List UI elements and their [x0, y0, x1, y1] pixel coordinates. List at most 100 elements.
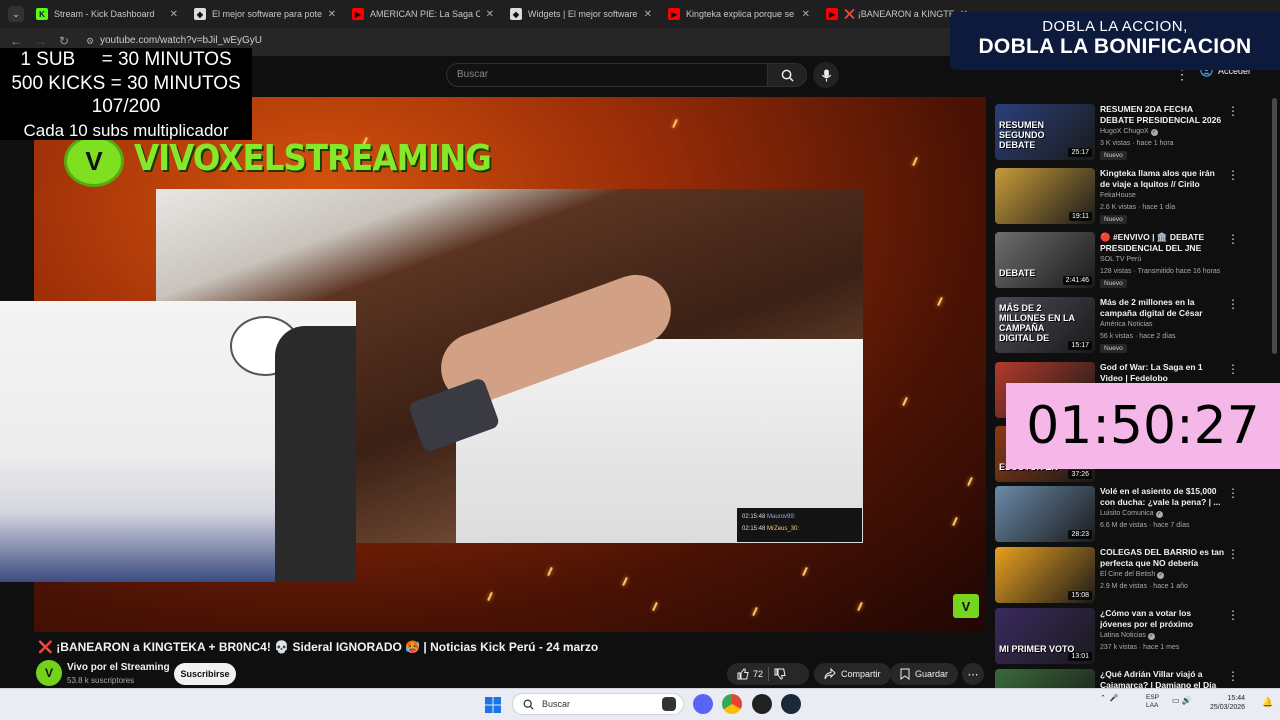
notification-icon[interactable]: 🔔: [1262, 697, 1273, 708]
steam-icon[interactable]: [781, 694, 801, 714]
more-options-icon[interactable]: ⋮: [1227, 669, 1239, 683]
youtube-search-input[interactable]: Buscar: [446, 63, 768, 87]
close-tab-icon[interactable]: ✕: [644, 9, 652, 20]
recommended-video[interactable]: RESUMEN SEGUNDO DEBATE 25:17 RESUMEN 2DA F…: [995, 104, 1260, 164]
streamelements-icon: ◆: [194, 8, 206, 20]
recommended-video[interactable]: ¿Qué Adrián Villar viajó a Cajamarca? | …: [995, 669, 1260, 688]
spark-particle: [652, 601, 658, 612]
share-label: Compartir: [841, 669, 881, 679]
recommended-channel[interactable]: Latina Noticias ✓: [1100, 632, 1155, 640]
close-tab-icon[interactable]: ✕: [328, 9, 336, 20]
chrome-icon[interactable]: [722, 694, 742, 714]
more-actions-icon[interactable]: ⋯: [962, 663, 984, 685]
discord-icon[interactable]: [693, 694, 713, 714]
recommended-title[interactable]: ¿Qué Adrián Villar viajó a Cajamarca? | …: [1100, 669, 1225, 688]
browser-tab[interactable]: ◆ Widgets | El mejor software pa ✕: [502, 3, 660, 25]
recommended-meta: 3 K vistas · hace 1 hora: [1100, 140, 1174, 147]
spark-particle: [802, 566, 808, 577]
recommended-meta: 128 vistas · Transmitido hace 16 horas: [1100, 268, 1221, 275]
windows-start-icon[interactable]: [484, 696, 502, 714]
subathon-timer-overlay: 01:50:27: [1006, 383, 1280, 469]
video-duration: 19:11: [1069, 212, 1092, 221]
video-thumbnail[interactable]: 28:23: [995, 486, 1095, 542]
back-icon[interactable]: ←: [10, 34, 22, 48]
forward-icon[interactable]: →: [35, 34, 47, 48]
thumbnail-text: MI PRIMER VOTO: [999, 644, 1075, 654]
chat-line: 02:15:48 MrZeus_30:: [742, 526, 800, 532]
recommended-video[interactable]: DEBATE 2:41:46 🔴 #ENVIVO | 🏛️ DEBATE PRESI…: [995, 232, 1260, 292]
video-thumbnail[interactable]: MÁS DE 2 MILLONES EN LA CAMPAÑA DIGITAL …: [995, 297, 1095, 353]
more-options-icon[interactable]: ⋮: [1227, 232, 1239, 246]
recommended-title[interactable]: God of War: La Saga en 1 Video | Fedelob…: [1100, 362, 1225, 384]
recommended-video[interactable]: 28:23 Volé en el asiento de $15,000 con d…: [995, 486, 1260, 546]
recommended-video[interactable]: 15:08 COLEGAS DEL BARRIO es tan perfecta …: [995, 547, 1260, 607]
voice-search-button[interactable]: [813, 62, 839, 88]
recommended-title[interactable]: Más de 2 millones en la campaña digital …: [1100, 297, 1225, 319]
recommended-title[interactable]: 🔴 #ENVIVO | 🏛️ DEBATE PRESIDENCIAL DEL J…: [1100, 232, 1225, 254]
url-text[interactable]: youtube.com/watch?v=bJil_wEyGyU: [100, 35, 262, 46]
youtube-icon: ▶: [668, 8, 680, 20]
channel-watermark-icon[interactable]: V: [953, 594, 979, 618]
video-thumbnail[interactable]: 19:11: [995, 168, 1095, 224]
recommended-channel[interactable]: SOL TV Perú: [1100, 256, 1141, 263]
browser-tab[interactable]: ◆ El mejor software para potencia ✕: [186, 3, 344, 25]
tab-list-button[interactable]: ⌄: [8, 6, 24, 22]
save-button[interactable]: Guardar: [890, 663, 959, 685]
more-options-icon[interactable]: ⋮: [1227, 608, 1239, 622]
recommended-channel[interactable]: FekaHouse: [1100, 192, 1136, 199]
subscribe-button[interactable]: Suscribirse: [174, 663, 236, 685]
recommended-video[interactable]: 19:11 Kingteka llama alos que irán de via…: [995, 168, 1260, 228]
tray-icons[interactable]: ⌃ 🎤: [1100, 694, 1122, 702]
browser-tab[interactable]: ▶ AMERICAN PIE: La Saga Compl ✕: [344, 3, 502, 25]
recommended-video[interactable]: MI PRIMER VOTO 13:01 ¿Cómo van a votar los…: [995, 608, 1260, 668]
spark-particle: [967, 476, 973, 487]
recommended-channel[interactable]: América Noticias: [1100, 321, 1153, 328]
browser-tab[interactable]: ▶ Kingteka explica porque se pel ✕: [660, 3, 818, 25]
new-badge: Nuevo: [1100, 279, 1127, 288]
taskbar-clock[interactable]: 15:44 25/03/2026: [1210, 694, 1245, 712]
video-thumbnail[interactable]: RESUMEN SEGUNDO DEBATE 25:17: [995, 104, 1095, 160]
channel-avatar[interactable]: V: [36, 660, 62, 686]
network-icon[interactable]: ▭ 🔊: [1172, 696, 1192, 705]
like-button[interactable]: 72: [737, 668, 763, 680]
close-tab-icon[interactable]: ✕: [170, 9, 178, 20]
more-options-icon[interactable]: ⋮: [1227, 547, 1239, 561]
close-tab-icon[interactable]: ✕: [802, 9, 810, 20]
recommended-title[interactable]: Kingteka llama alos que irán de viaje a …: [1100, 168, 1225, 190]
recommended-title[interactable]: COLEGAS DEL BARRIO es tan perfecta que N…: [1100, 547, 1225, 569]
recommended-title[interactable]: ¿Cómo van a votar los jóvenes por el pró…: [1100, 608, 1225, 630]
thumbs-down-icon[interactable]: [774, 668, 786, 680]
sidebar-scrollbar[interactable]: [1272, 98, 1277, 354]
more-options-icon[interactable]: ⋮: [1227, 362, 1239, 376]
task-view-icon[interactable]: [662, 697, 676, 711]
more-options-icon[interactable]: ⋮: [1227, 297, 1239, 311]
recommended-title[interactable]: Volé en el asiento de $15,000 con ducha:…: [1100, 486, 1225, 508]
recommended-video[interactable]: MÁS DE 2 MILLONES EN LA CAMPAÑA DIGITAL …: [995, 297, 1260, 357]
spark-particle: [937, 296, 943, 307]
share-button[interactable]: Compartir: [814, 663, 891, 685]
search-button[interactable]: [767, 63, 807, 87]
video-thumbnail[interactable]: DEBATE 2:41:46: [995, 232, 1095, 288]
obs-icon[interactable]: [752, 694, 772, 714]
browser-tab[interactable]: K Stream - Kick Dashboard ✕: [28, 3, 186, 25]
video-thumbnail[interactable]: 15:08: [995, 547, 1095, 603]
recommended-channel[interactable]: HugoX ChugoX ✓: [1100, 128, 1158, 136]
tab-label: ❌ ¡BANEARON a KINGTEKA -: [844, 8, 954, 19]
recommended-channel[interactable]: El Cine del Betish ✓: [1100, 571, 1165, 579]
more-options-icon[interactable]: ⋮: [1227, 168, 1239, 182]
channel-name[interactable]: Vivo por el Streaming: [67, 662, 170, 673]
taskbar-search-box[interactable]: Buscar: [512, 693, 684, 715]
more-options-icon[interactable]: ⋮: [1227, 104, 1239, 118]
reload-icon[interactable]: ↻: [59, 34, 69, 48]
video-thumbnail[interactable]: MI PRIMER VOTO 13:01: [995, 608, 1095, 664]
video-thumbnail[interactable]: [995, 669, 1095, 688]
close-tab-icon[interactable]: ✕: [486, 9, 494, 20]
recommended-title[interactable]: RESUMEN 2DA FECHA DEBATE PRESIDENCIAL 20…: [1100, 104, 1225, 126]
spark-particle: [902, 396, 908, 407]
language-indicator[interactable]: ESP LAA: [1146, 694, 1159, 710]
counter-line: Cada 10 subs multiplicador: [23, 120, 229, 140]
recommended-channel[interactable]: Luisito Comunica ✓: [1100, 510, 1163, 518]
counter-line: 1 SUB = 30 MINUTOS: [20, 49, 232, 70]
site-info-icon[interactable]: ⚙: [86, 36, 94, 47]
more-options-icon[interactable]: ⋮: [1227, 486, 1239, 500]
